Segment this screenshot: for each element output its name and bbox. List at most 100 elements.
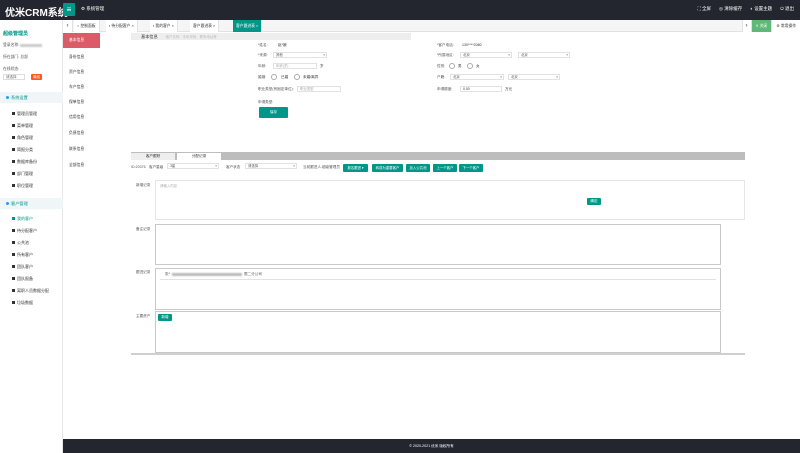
dept-icon [12,172,15,176]
source-select[interactable]: 其他 [273,52,327,58]
tab-customer-tracking[interactable]: 客户跟踪 [131,153,175,160]
customer-status-select[interactable]: 请选择 [245,163,297,169]
customer-icon [6,202,9,206]
side-tab-assets[interactable]: 资产信息 [63,65,100,80]
user-icon [12,229,15,233]
region-city-select[interactable]: 北京 [518,52,570,58]
sidebar-item-trash[interactable]: 垃圾数据 [12,300,33,306]
sidebar-item-position[interactable]: 职位管理 [12,183,33,189]
signup-followup-button[interactable]: 报名跟进 ▾ [343,164,368,172]
status-select[interactable]: 请选择 [3,74,25,80]
add-button[interactable]: 新增 [158,314,172,321]
settings-icon [6,96,9,100]
side-tab-identity[interactable]: 身份信息 [63,50,100,65]
side-tab-debt[interactable]: 负债信息 [63,126,100,141]
mobile-label: *客户电话: [437,43,454,47]
age-label: 年龄: [258,64,267,68]
region-province-select[interactable]: 北京 [460,52,512,58]
fullscreen-button[interactable]: ⛶ 全屏 [698,6,711,12]
tab-followup[interactable]: 客户跟进表 × [190,20,220,32]
hukou-province-select[interactable]: 北京 [450,74,504,80]
sidebar-item-category[interactable]: 简报分类 [12,147,33,153]
header-actions: ⛶ 全屏 ◎ 清除缓存 ◐ 设置主题 ⏻ 退出 [698,6,794,12]
gender-female-label: 女 [476,64,480,68]
marriage-married-radio[interactable] [271,74,277,80]
loan-input[interactable]: 0.00 [460,86,502,92]
level-select[interactable]: 3星 [167,163,219,169]
role-icon [12,136,15,140]
source-label: *来源: [258,53,268,57]
lower-tabs-bar [131,152,745,160]
account-line: 登录名称: [3,43,43,48]
side-tab-car[interactable]: 车产信息 [63,80,100,95]
age-input[interactable]: 年龄(岁) [273,63,317,69]
sidebar-item-team[interactable]: 团队客户 [12,264,33,270]
menu-icon [12,124,15,128]
new-record-label: 新增记录 [136,183,151,187]
follow-record-text: 张* 限二分公司 [165,272,262,276]
top-bar: 优米CRM系统 ≡ ⚙ 系统管理 ⛶ 全屏 ◎ 清除缓存 ◐ 设置主题 ⏻ 退出 [0,0,800,20]
sidebar-group-customer[interactable]: 客户管理 [0,198,63,209]
sidebar-item-public-pool[interactable]: 公共池 [12,240,29,246]
gender-male-radio[interactable] [449,63,455,69]
side-tab-policy[interactable]: 保单信息 [63,95,100,110]
history-label: 备注记录 [136,227,151,231]
sidebar-group-system[interactable]: 系统设置 [0,92,63,103]
work-label: 职业类型(有固定单位): [258,87,294,91]
new-record-textarea[interactable] [155,180,745,220]
user-icon [12,112,15,116]
tab-prev-icon[interactable]: ‹ [63,20,73,32]
logout-button[interactable]: ⏻ 退出 [780,6,794,12]
sidebar: 超级管理员 登录名称: 所在部门: 总部 在线状态: 请选择 离线 系统设置 管… [0,20,63,453]
system-menu[interactable]: ⚙ 系统管理 [81,6,104,12]
sidebar-item-team-report[interactable]: 团队报备 [12,276,33,282]
loan-unit: 万元 [505,87,513,91]
tab-dashboard[interactable]: ○ 控制面板 [74,20,100,32]
tab-assign-record[interactable]: 分配记录 [177,153,221,160]
sidebar-item-menu[interactable]: 菜单管理 [12,123,33,129]
dept-line: 所在部门: 总部 [3,55,28,59]
tab-unassigned[interactable]: ▪ 待分配客户 × [106,20,138,32]
follow-divider [160,279,716,280]
close-button[interactable]: ✕ 关闭 [751,20,772,32]
confirm-button[interactable]: 确定 [587,198,601,205]
public-pool-button[interactable]: 加入公共池 [406,164,430,172]
sidebar-item-dept[interactable]: 部门管理 [12,171,33,177]
tab-my-customer[interactable]: ▪ 我的客户 × [150,20,178,32]
bottom-divider [131,353,745,355]
side-tab-contact[interactable]: 联系信息 [63,142,100,157]
brand-logo: 优米CRM系统 [5,8,68,19]
sidebar-item-unassigned[interactable]: 待分配客户 [12,228,37,234]
status-button[interactable]: 离线 [31,74,42,80]
sidebar-item-my-customer[interactable]: 我的客户 [12,216,33,222]
prev-customer-button[interactable]: 上一个客户 [433,164,457,172]
theme-button[interactable]: ◐ 设置主题 [750,6,772,12]
sidebar-user-title: 超级管理员 [3,31,29,37]
sidebar-item-leaver[interactable]: 离职人员数据分配 [12,288,49,294]
tab-followup-active[interactable]: 客户跟进表 × [233,20,263,32]
side-tab-all[interactable]: 全部信息 [63,158,100,173]
sidebar-item-backup[interactable]: 数据库备份 [12,159,37,165]
tail-label: 主要资产 [136,314,151,318]
side-tab-basic[interactable]: 基本信息 [63,33,100,48]
report-icon [12,277,15,281]
clear-cache-button[interactable]: ◎ 清除缓存 [719,6,742,12]
user-icon [12,217,15,221]
menu-icon[interactable]: ≡ [63,3,75,16]
hukou-city-select[interactable]: 北京 [508,74,560,80]
work-input[interactable]: 职业类型 [297,86,341,92]
sidebar-item-role[interactable]: 角色管理 [12,135,33,141]
gender-female-radio[interactable] [467,63,473,69]
hukou-label: 户籍: [437,75,446,79]
tab-next-icon[interactable]: › [741,20,752,32]
save-button[interactable]: 保存 [259,107,288,118]
marriage-single-radio[interactable] [294,74,300,80]
ops-button[interactable]: ⚙ 常用操作 [771,20,800,32]
sidebar-item-admin[interactable]: 管理员管理 [12,111,37,117]
sidebar-item-all[interactable]: 所有客户 [12,252,33,258]
important-customer-button[interactable]: 转成为重要客户 [372,164,403,172]
side-tab-credit[interactable]: 信用信息 [63,110,100,125]
marriage-single-label: 未婚/离异 [303,75,319,79]
loan-label: 申请额度: [437,87,453,91]
next-customer-button[interactable]: 下一个客户 [459,164,483,172]
